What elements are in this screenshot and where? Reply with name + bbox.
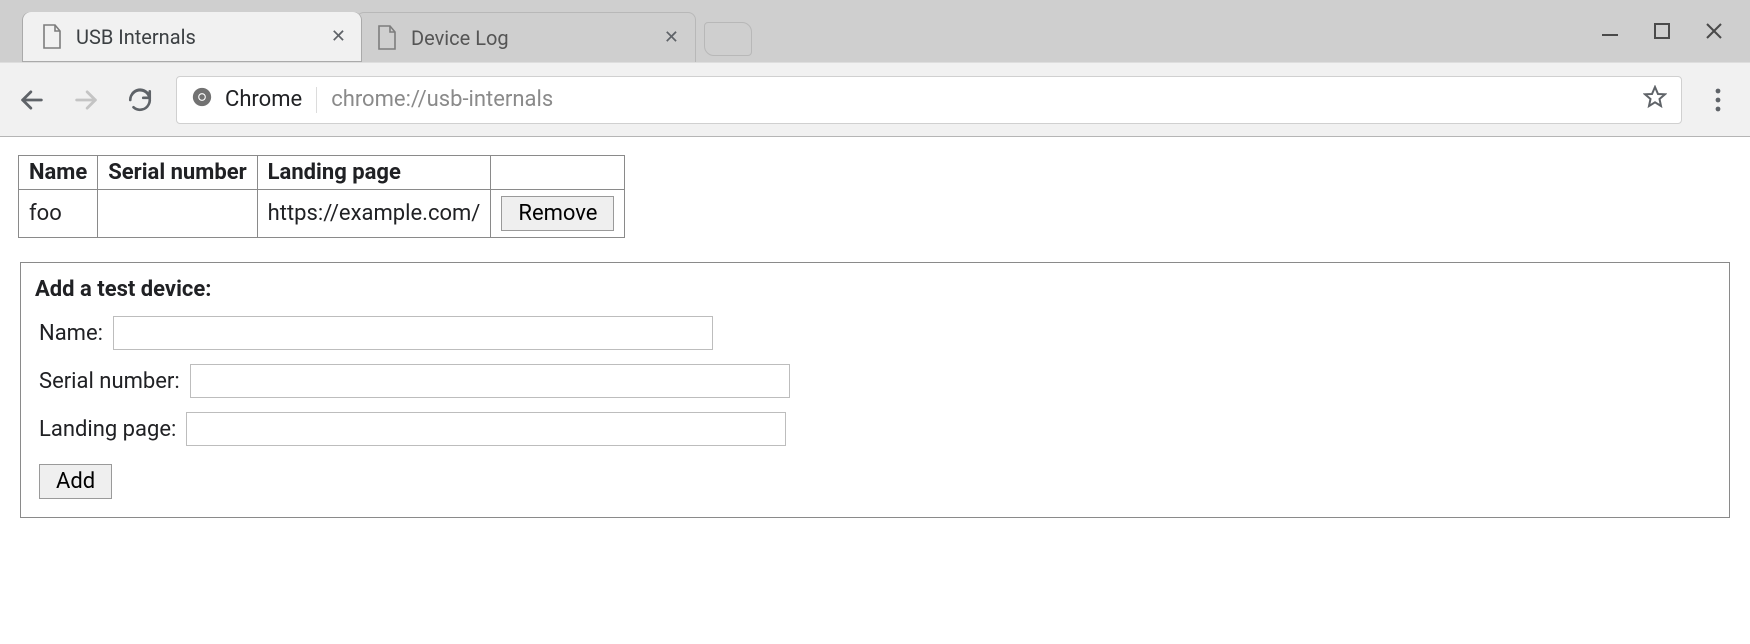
devices-table: Name Serial number Landing page foo http… bbox=[18, 155, 625, 238]
menu-button[interactable] bbox=[1700, 82, 1736, 118]
page-icon bbox=[377, 25, 397, 51]
landing-page-label: Landing page: bbox=[39, 417, 176, 442]
remove-button[interactable]: Remove bbox=[501, 196, 614, 231]
col-actions bbox=[491, 156, 625, 190]
page-content: Name Serial number Landing page foo http… bbox=[0, 137, 1750, 518]
browser-chrome: USB Internals ✕ Device Log ✕ bbox=[0, 0, 1750, 137]
serial-label: Serial number: bbox=[39, 369, 180, 394]
form-row-serial: Serial number: bbox=[39, 364, 1711, 398]
origin-chip: Chrome bbox=[191, 86, 302, 114]
add-test-device-legend: Add a test device: bbox=[35, 277, 1707, 302]
col-name: Name bbox=[19, 156, 98, 190]
landing-page-input[interactable] bbox=[186, 412, 786, 446]
close-icon[interactable]: ✕ bbox=[664, 29, 679, 47]
tab-strip: USB Internals ✕ Device Log ✕ bbox=[0, 0, 1750, 62]
page-icon bbox=[42, 24, 62, 50]
close-window-icon[interactable] bbox=[1700, 17, 1728, 45]
col-landing-page: Landing page bbox=[257, 156, 491, 190]
back-button[interactable] bbox=[14, 82, 50, 118]
name-input[interactable] bbox=[113, 316, 713, 350]
chrome-icon bbox=[191, 86, 213, 114]
table-row: foo https://example.com/ Remove bbox=[19, 190, 625, 238]
col-serial-number: Serial number bbox=[98, 156, 257, 190]
reload-button[interactable] bbox=[122, 82, 158, 118]
add-button[interactable]: Add bbox=[39, 464, 112, 499]
tab-device-log[interactable]: Device Log ✕ bbox=[356, 12, 696, 62]
forward-button[interactable] bbox=[68, 82, 104, 118]
window-controls bbox=[1596, 0, 1742, 62]
serial-input[interactable] bbox=[190, 364, 790, 398]
name-label: Name: bbox=[39, 321, 103, 346]
cell-landing-page: https://example.com/ bbox=[257, 190, 491, 238]
cell-name: foo bbox=[19, 190, 98, 238]
cell-serial bbox=[98, 190, 257, 238]
tab-usb-internals[interactable]: USB Internals ✕ bbox=[22, 12, 362, 62]
new-tab-button[interactable] bbox=[704, 22, 752, 56]
add-test-device-box: Add a test device: Name: Serial number: … bbox=[20, 262, 1730, 518]
url-text: chrome://usb-internals bbox=[331, 87, 1629, 112]
form-row-name: Name: bbox=[39, 316, 1711, 350]
tab-title: Device Log bbox=[411, 26, 509, 50]
separator bbox=[316, 87, 317, 113]
toolbar: Chrome chrome://usb-internals bbox=[0, 62, 1750, 136]
close-icon[interactable]: ✕ bbox=[331, 28, 346, 46]
minimize-icon[interactable] bbox=[1596, 17, 1624, 45]
cell-actions: Remove bbox=[491, 190, 625, 238]
omnibox[interactable]: Chrome chrome://usb-internals bbox=[176, 76, 1682, 124]
origin-label: Chrome bbox=[225, 87, 302, 112]
tab-title: USB Internals bbox=[76, 25, 196, 49]
maximize-icon[interactable] bbox=[1648, 17, 1676, 45]
bookmark-star-icon[interactable] bbox=[1643, 85, 1667, 115]
form-row-landing-page: Landing page: bbox=[39, 412, 1711, 446]
